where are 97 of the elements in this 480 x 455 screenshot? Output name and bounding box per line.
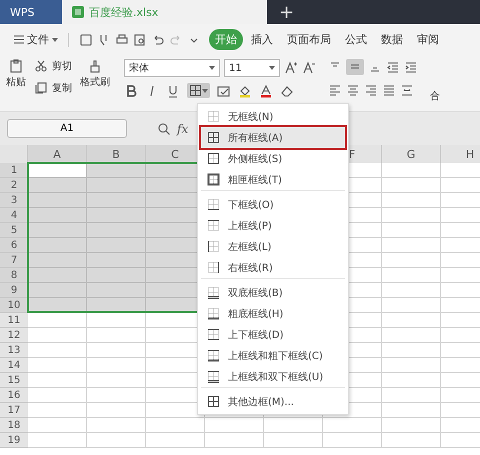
align-left-icon[interactable]: [328, 83, 342, 97]
border-style-icon: [189, 84, 202, 97]
ribbon-tab[interactable]: 插入: [245, 29, 279, 50]
copy-icon[interactable]: [34, 81, 48, 95]
underline-icon[interactable]: [166, 84, 180, 98]
border-style-icon: [207, 261, 220, 274]
border-style-icon: [207, 198, 220, 211]
caret-icon: [202, 88, 208, 92]
spreadsheet-icon: [72, 6, 84, 18]
font-size-field[interactable]: 11: [224, 59, 280, 77]
row-header[interactable]: 19: [0, 433, 28, 448]
border-style-icon: [207, 370, 220, 383]
row-header[interactable]: 1: [0, 163, 28, 178]
row-header[interactable]: 9: [0, 283, 28, 298]
print-icon[interactable]: [115, 32, 129, 46]
eraser-icon[interactable]: [280, 84, 294, 98]
scissors-icon[interactable]: [34, 59, 48, 73]
indent-increase-icon[interactable]: [404, 60, 418, 74]
font-color-icon[interactable]: [259, 84, 273, 98]
grow-font-icon[interactable]: [284, 61, 298, 75]
column-header[interactable]: G: [382, 145, 441, 163]
fill-color-icon[interactable]: [238, 84, 252, 98]
caret-icon: [52, 38, 58, 42]
row-header[interactable]: 17: [0, 403, 28, 418]
app-tab[interactable]: WPS: [0, 0, 62, 24]
border-style-icon: [207, 307, 220, 320]
menu-item[interactable]: 上框线和双下框线(U): [201, 366, 345, 388]
row-header[interactable]: 18: [0, 418, 28, 433]
paste-button[interactable]: 粘贴: [6, 75, 26, 89]
menu-item[interactable]: 所有框线(A): [201, 127, 345, 148]
border-style-icon: [207, 395, 220, 408]
preview-icon[interactable]: [133, 32, 147, 46]
border-style-icon: [207, 328, 220, 341]
menu-item[interactable]: 双底框线(B): [201, 282, 345, 303]
column-header[interactable]: H: [441, 145, 480, 163]
border-style-icon: [207, 173, 220, 186]
menu-icon: [14, 35, 24, 44]
bold-icon[interactable]: [124, 84, 138, 98]
menu-item[interactable]: 上框线和粗下框线(C): [201, 345, 345, 366]
file-menu[interactable]: 文件: [8, 29, 64, 50]
row-header[interactable]: 7: [0, 253, 28, 268]
ribbon-tab[interactable]: 数据: [375, 29, 409, 50]
caret-icon: [209, 66, 215, 70]
cell-style-icon[interactable]: [217, 84, 231, 98]
row-header[interactable]: 14: [0, 358, 28, 373]
border-style-icon: [207, 219, 220, 232]
justify-icon[interactable]: [382, 83, 396, 97]
menu-item[interactable]: 上下框线(D): [201, 324, 345, 345]
row-header[interactable]: 2: [0, 178, 28, 193]
row-header[interactable]: 11: [0, 313, 28, 328]
save-icon[interactable]: [79, 32, 93, 46]
font-field[interactable]: 宋体: [124, 59, 220, 77]
distribute-icon[interactable]: [400, 83, 414, 97]
ribbon-tab[interactable]: 页面布局: [281, 29, 337, 50]
function-button[interactable]: fx: [177, 122, 188, 136]
column-header[interactable]: A: [28, 145, 87, 163]
row-header[interactable]: 13: [0, 343, 28, 358]
row-header[interactable]: 6: [0, 238, 28, 253]
caret-icon: [269, 66, 275, 70]
zoom-icon[interactable]: [157, 122, 171, 136]
align-center-icon[interactable]: [346, 83, 360, 97]
border-style-icon: [207, 240, 220, 253]
merge-button[interactable]: 合: [430, 89, 440, 103]
borders-button[interactable]: [187, 83, 210, 98]
border-style-icon: [207, 152, 220, 165]
row-header[interactable]: 12: [0, 328, 28, 343]
menu-item[interactable]: 右框线(R): [201, 257, 345, 279]
border-style-icon: [207, 131, 220, 144]
format-painter-button[interactable]: 格式刷: [80, 75, 110, 89]
menu-item[interactable]: 其他边框(M)...: [201, 391, 345, 412]
row-header[interactable]: 8: [0, 268, 28, 283]
active-cell[interactable]: [29, 164, 86, 177]
new-tab-button[interactable]: +: [267, 0, 306, 24]
border-style-icon: [207, 349, 220, 362]
border-style-icon: [207, 110, 220, 123]
menu-item[interactable]: 上框线(P): [201, 215, 345, 236]
row-header[interactable]: 16: [0, 388, 28, 403]
menu-item[interactable]: 粗匣框线(T): [201, 169, 345, 191]
row-header[interactable]: 5: [0, 223, 28, 238]
indent-decrease-icon[interactable]: [386, 60, 400, 74]
row-header[interactable]: 10: [0, 298, 28, 313]
menu-item[interactable]: 无框线(N): [201, 106, 345, 127]
ribbon-tab[interactable]: 审阅: [411, 29, 445, 50]
column-header[interactable]: B: [87, 145, 146, 163]
name-box[interactable]: A1: [7, 119, 127, 138]
menu-item[interactable]: 左框线(L): [201, 236, 345, 257]
shrink-font-icon[interactable]: [302, 61, 316, 75]
cut-button[interactable]: 剪切: [52, 59, 72, 73]
menu-item[interactable]: 下框线(O): [201, 194, 345, 215]
align-right-icon[interactable]: [364, 83, 378, 97]
border-style-icon: [207, 286, 220, 299]
copy-button[interactable]: 复制: [52, 81, 72, 95]
menu-item[interactable]: 粗底框线(H): [201, 303, 345, 324]
row-header[interactable]: 3: [0, 193, 28, 208]
ribbon-tab[interactable]: 公式: [339, 29, 373, 50]
row-header[interactable]: 4: [0, 208, 28, 223]
row-header[interactable]: 15: [0, 373, 28, 388]
